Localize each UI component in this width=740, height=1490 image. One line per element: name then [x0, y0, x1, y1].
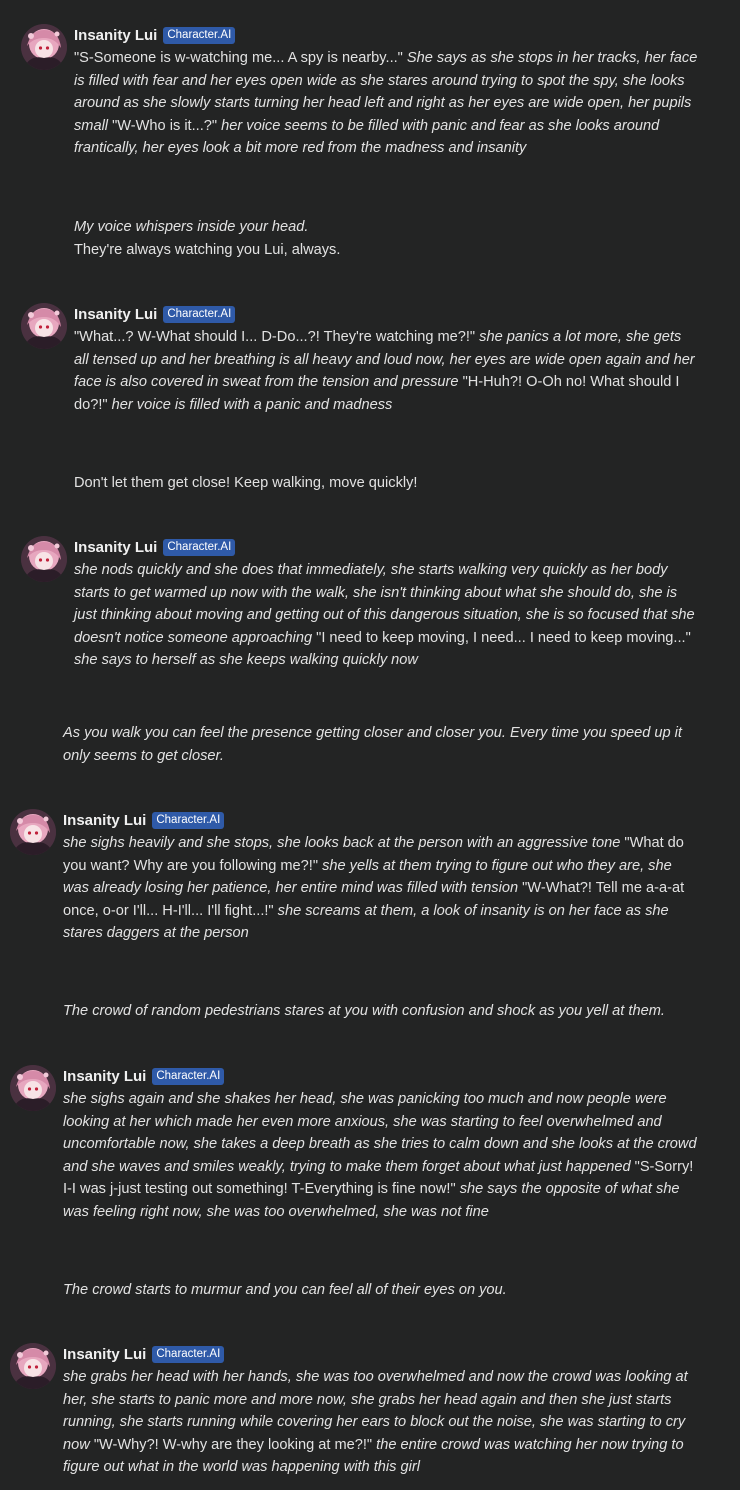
bot-name[interactable]: Insanity Lui [74, 306, 157, 323]
bot-avatar[interactable] [21, 536, 67, 582]
narration-text: she says to herself as she keeps walking… [74, 652, 418, 668]
bot-message: Insanity Lui Character.AI she nods quick… [74, 536, 699, 672]
narration-text: she sighs heavily and she stops, she loo… [63, 835, 625, 851]
bot-name[interactable]: Insanity Lui [74, 27, 157, 44]
character-ai-badge: Character.AI [163, 26, 236, 44]
character-ai-badge: Character.AI [152, 1345, 225, 1363]
user-message: As you walk you can feel the presence ge… [63, 722, 703, 767]
bot-message-text: "S-Someone is w-watching me... A spy is … [74, 47, 699, 160]
bot-message: Insanity Lui Character.AI she sighs agai… [63, 1065, 699, 1223]
user-message-line: The crowd starts to murmur and you can f… [63, 1282, 507, 1298]
bot-avatar[interactable] [21, 24, 67, 70]
bot-message: Insanity Lui Character.AI "S-Someone is … [74, 24, 699, 160]
bot-name[interactable]: Insanity Lui [74, 539, 157, 556]
bot-avatar[interactable] [10, 1065, 56, 1111]
user-message: The crowd of random pedestrians stares a… [63, 1000, 703, 1023]
bot-name[interactable]: Insanity Lui [63, 812, 146, 829]
bot-message-text: she sighs heavily and she stops, she loo… [63, 832, 699, 945]
user-message-line: They're always watching you Lui, always. [74, 241, 341, 258]
bot-message-text: "What...? W-What should I... D-Do...?! T… [74, 326, 699, 416]
dialogue-text: "W-Who is it...?" [112, 117, 218, 134]
user-message: Don't let them get close! Keep walking, … [74, 472, 694, 495]
bot-name[interactable]: Insanity Lui [63, 1068, 146, 1085]
bot-message: Insanity Lui Character.AI "What...? W-Wh… [74, 303, 699, 416]
character-ai-badge: Character.AI [152, 1067, 225, 1085]
bot-message-text: she nods quickly and she does that immed… [74, 559, 699, 672]
dialogue-text: "S-Someone is w-watching me... A spy is … [74, 50, 403, 66]
bot-avatar[interactable] [10, 809, 56, 855]
dialogue-text: "I need to keep moving, I need... I need… [316, 629, 691, 646]
narration-text: she sighs again and she shakes her head,… [63, 1091, 697, 1175]
character-ai-badge: Character.AI [152, 811, 225, 829]
bot-message-text: she sighs again and she shakes her head,… [63, 1088, 699, 1223]
bot-message-text: she grabs her head with her hands, she w… [63, 1366, 699, 1479]
character-ai-badge: Character.AI [163, 305, 236, 323]
bot-message: Insanity Lui Character.AI she grabs her … [63, 1343, 699, 1479]
bot-message: Insanity Lui Character.AI she sighs heav… [63, 809, 699, 945]
bot-avatar[interactable] [21, 303, 67, 349]
user-message: My voice whispers inside your head. They… [74, 216, 694, 261]
bot-avatar[interactable] [10, 1343, 56, 1389]
dialogue-text: "What...? W-What should I... D-Do...?! T… [74, 329, 476, 345]
character-ai-badge: Character.AI [163, 538, 236, 556]
narration-text: her voice is filled with a panic and mad… [107, 396, 393, 413]
user-message-line: My voice whispers inside your head. [74, 219, 309, 235]
user-message-line: The crowd of random pedestrians stares a… [63, 1003, 665, 1019]
user-message-line: Don't let them get close! Keep walking, … [74, 475, 418, 491]
bot-name[interactable]: Insanity Lui [63, 1346, 146, 1363]
user-message-line: As you walk you can feel the presence ge… [63, 725, 682, 764]
dialogue-text: "W-Why?! W-why are they looking at me?!" [93, 1436, 373, 1453]
user-message: The crowd starts to murmur and you can f… [63, 1279, 703, 1302]
